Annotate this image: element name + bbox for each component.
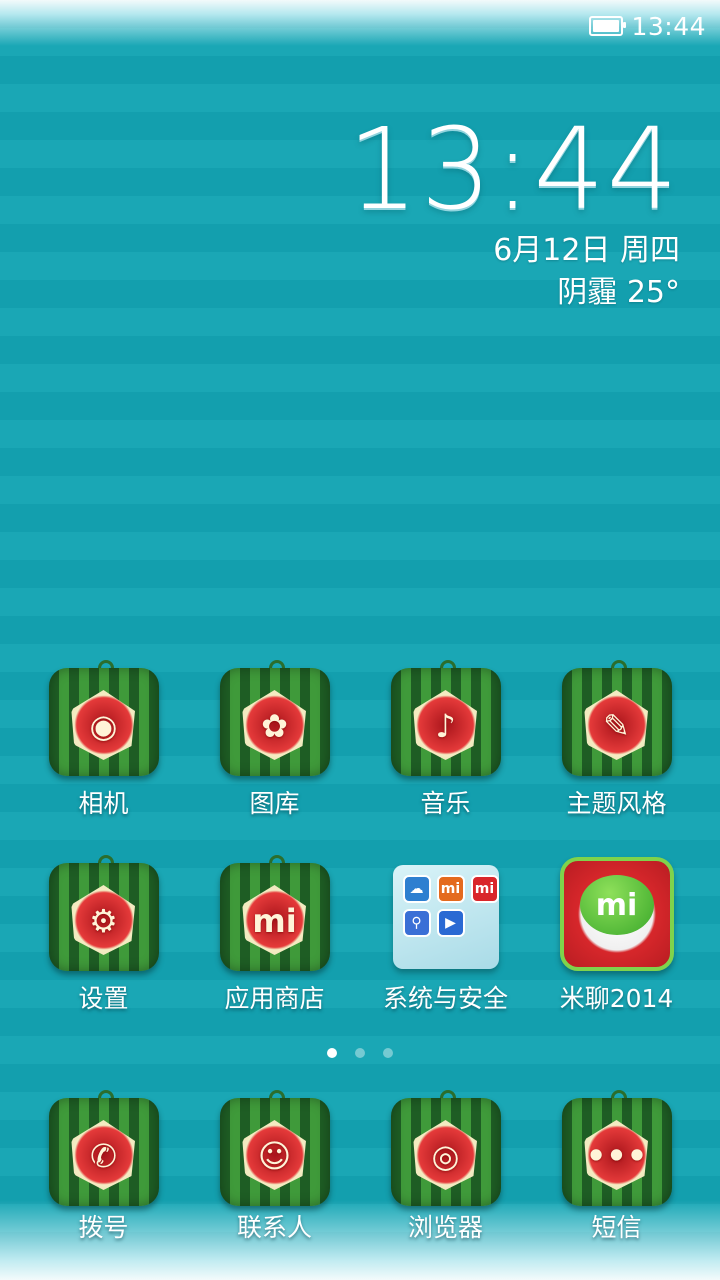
status-time: 13:44 bbox=[631, 11, 706, 41]
contacts-icon: ☺ bbox=[216, 1090, 334, 1208]
dock-contacts[interactable]: ☺ 联系人 bbox=[189, 1090, 360, 1244]
music-icon: ♪ bbox=[387, 660, 505, 778]
phone-icon: ✆ bbox=[45, 1090, 163, 1208]
status-bar: 13:44 bbox=[589, 10, 706, 42]
app-store-icon: mi bbox=[216, 855, 334, 973]
app-row-1: ◉ 相机 ✿ 图库 ♪ 音乐 ✎ 主题风格 bbox=[18, 660, 702, 820]
folder-icon: ☁ mi mi ⚲ ▶ bbox=[387, 855, 505, 973]
miliao-icon: mi bbox=[558, 855, 676, 973]
dock-browser[interactable]: ◎ 浏览器 bbox=[360, 1090, 531, 1244]
page-dot-1[interactable] bbox=[327, 1048, 337, 1058]
dock: ✆ 拨号 ☺ 联系人 ◎ 浏览器 ••• 短信 bbox=[18, 1090, 702, 1244]
app-label: 图库 bbox=[249, 789, 300, 818]
app-settings[interactable]: ⚙ 设置 bbox=[18, 855, 189, 1015]
app-row-2: ⚙ 设置 mi 应用商店 ☁ mi mi ⚲ ▶ 系统与安全 mi 米聊2014 bbox=[18, 855, 702, 1015]
app-label: 主题风格 bbox=[566, 789, 667, 818]
app-gallery[interactable]: ✿ 图库 bbox=[189, 660, 360, 820]
folder-system-security[interactable]: ☁ mi mi ⚲ ▶ 系统与安全 bbox=[360, 855, 531, 1015]
theme-icon: ✎ bbox=[558, 660, 676, 778]
page-indicator[interactable] bbox=[0, 1048, 720, 1058]
dock-phone[interactable]: ✆ 拨号 bbox=[18, 1090, 189, 1244]
app-theme[interactable]: ✎ 主题风格 bbox=[531, 660, 702, 820]
page-dot-2[interactable] bbox=[355, 1048, 365, 1058]
app-store[interactable]: mi 应用商店 bbox=[189, 855, 360, 1015]
app-label: 设置 bbox=[78, 984, 129, 1013]
clock-widget[interactable]: 13:44 6月12日 周四 阴霾 25° bbox=[347, 110, 680, 314]
folder-preview: ☁ mi mi ⚲ ▶ bbox=[392, 865, 499, 969]
app-label: 音乐 bbox=[420, 789, 471, 818]
app-label: 浏览器 bbox=[407, 1213, 483, 1242]
app-label: 系统与安全 bbox=[382, 984, 508, 1013]
messages-icon: ••• bbox=[558, 1090, 676, 1208]
clock-date: 6月12日 周四 bbox=[493, 233, 680, 268]
app-label: 联系人 bbox=[236, 1213, 312, 1242]
camera-icon: ◉ bbox=[45, 660, 163, 778]
app-label: 短信 bbox=[591, 1213, 642, 1242]
battery-icon bbox=[589, 16, 627, 36]
settings-icon: ⚙ bbox=[45, 855, 163, 973]
mi-icon: mi bbox=[436, 875, 465, 903]
app-label: 相机 bbox=[78, 789, 129, 818]
app-music[interactable]: ♪ 音乐 bbox=[360, 660, 531, 820]
gallery-icon: ✿ bbox=[216, 660, 334, 778]
dock-messages[interactable]: ••• 短信 bbox=[531, 1090, 702, 1244]
app-label: 拨号 bbox=[78, 1213, 129, 1242]
page-dot-3[interactable] bbox=[383, 1048, 393, 1058]
search-icon: ⚲ bbox=[402, 909, 431, 937]
cloud-icon: ☁ bbox=[402, 875, 431, 903]
clock-time: 13:44 bbox=[347, 105, 680, 235]
app-label: 应用商店 bbox=[224, 984, 325, 1013]
app-label: 米聊2014 bbox=[559, 984, 674, 1013]
app-miliao[interactable]: mi 米聊2014 bbox=[531, 855, 702, 1015]
mi-red-icon: mi bbox=[470, 875, 499, 903]
clock-weather: 阴霾 25° bbox=[557, 275, 680, 310]
play-icon: ▶ bbox=[436, 909, 465, 937]
browser-icon: ◎ bbox=[387, 1090, 505, 1208]
app-camera[interactable]: ◉ 相机 bbox=[18, 660, 189, 820]
